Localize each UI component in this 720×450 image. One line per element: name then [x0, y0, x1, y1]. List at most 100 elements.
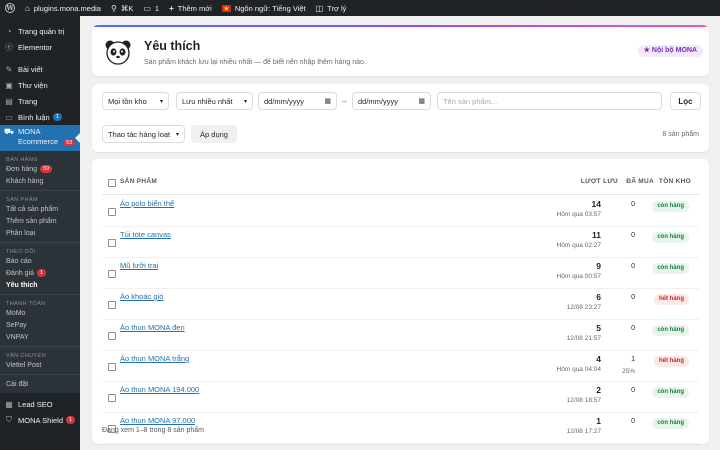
menu-elementor[interactable]: ⓔ Elementor	[0, 39, 80, 55]
bought-count: 0	[631, 201, 635, 208]
stock-filter-value: Mọi tồn kho	[108, 96, 147, 106]
table-row: Áo khoác gió 6 12/08 23:27 0 hết hàng	[102, 289, 699, 320]
product-link[interactable]: Áo khoác gió	[120, 292, 163, 301]
menu-lead-seo[interactable]: ▦ Lead SEO	[0, 396, 80, 412]
chart-icon: ▦	[5, 399, 13, 409]
row-checkbox[interactable]	[108, 270, 116, 278]
filter-button[interactable]: Lọc	[670, 92, 701, 110]
product-link[interactable]: Áo thun MONA 194.000	[120, 385, 199, 394]
new-content-menu[interactable]: + Thêm mới	[164, 0, 217, 16]
site-name: plugins.mona.media	[33, 3, 101, 13]
menu-media[interactable]: ▣ Thư viện	[0, 77, 80, 93]
sort-select[interactable]: Lưu nhiều nhất ▾	[176, 92, 253, 110]
bulk-action-select[interactable]: Thao tác hàng loạt ▾	[102, 125, 185, 143]
chevron-down-icon: ▾	[159, 98, 163, 105]
submenu-reviews-label: Đánh giá	[6, 269, 35, 277]
column-header-saves[interactable]: LƯỢT LƯU	[581, 178, 618, 185]
row-checkbox[interactable]	[108, 208, 116, 216]
menu-mona-ecommerce[interactable]: ⛟ MONA Ecommerce 53	[0, 125, 80, 151]
row-checkbox[interactable]	[108, 363, 116, 371]
gradient-accent	[92, 25, 709, 27]
elementor-icon: ⓔ	[5, 42, 13, 52]
submenu-sepay[interactable]: SePay	[0, 319, 80, 331]
last-saved-time: 12/08 17:27	[566, 428, 601, 435]
site-name-menu[interactable]: ⌂ plugins.mona.media	[20, 0, 106, 16]
divider	[0, 374, 80, 375]
dashboard-icon: ◔	[6, 26, 12, 36]
page-icon: ▤	[5, 96, 13, 106]
product-link[interactable]: Áo polo biển thể	[120, 199, 174, 208]
menu-comments-label: Bình luận	[18, 112, 50, 122]
page-header: Yêu thích Sản phẩm khách lưu lại nhiều n…	[92, 25, 709, 76]
stock-filter-select[interactable]: Mọi tồn kho ▾	[102, 92, 169, 110]
product-link[interactable]: Áo thun MONA 97.000	[120, 416, 195, 425]
menu-pages[interactable]: ▤ Trang	[0, 93, 80, 109]
bought-count: 1	[631, 356, 635, 363]
last-saved-time: Hôm qua 02:27	[556, 242, 601, 249]
product-link[interactable]: Mũ lưỡi trai	[120, 261, 158, 270]
submenu-momo[interactable]: MoMo	[0, 307, 80, 319]
menu-mona-shield[interactable]: ⛉ MONA Shield 1	[0, 412, 80, 428]
wp-logo-menu[interactable]: W	[0, 0, 20, 16]
date-to-input[interactable]: dd/mm/yyyy ▦	[352, 92, 431, 110]
group-shipping: VẬN CHUYỂN	[6, 353, 47, 359]
assistant-label: Trợ lý	[327, 3, 347, 13]
product-count: 8 sản phẩm	[662, 131, 699, 138]
group-payment: THANH TOÁN	[6, 301, 46, 307]
table-row: Túi tote canvas 11 Hôm qua 02:27 0 còn hàng	[102, 227, 699, 258]
language-label: Ngôn ngữ: Tiếng Việt	[234, 3, 306, 13]
date-to-value: dd/mm/yyyy	[358, 96, 399, 106]
date-from-input[interactable]: dd/mm/yyyy ▦	[258, 92, 337, 110]
group-sales: BÁN HÀNG	[6, 157, 38, 163]
divider	[0, 190, 80, 191]
assistant-menu[interactable]: ◫ Trợ lý	[311, 0, 352, 16]
select-all-checkbox[interactable]	[108, 179, 116, 187]
bulk-action-value: Thao tác hàng loạt	[108, 129, 171, 139]
submenu-reviews[interactable]: Đánh giá 1	[0, 267, 80, 279]
submenu-orders[interactable]: Đơn hàng 59	[0, 163, 80, 175]
row-checkbox[interactable]	[108, 394, 116, 402]
stock-status-badge: còn hàng	[652, 263, 689, 274]
product-link[interactable]: Áo thun MONA trắng	[120, 354, 189, 363]
divider	[0, 294, 80, 295]
submenu-reports[interactable]: Báo cáo	[0, 255, 80, 267]
menu-comments[interactable]: ▭ Bình luận 1	[0, 109, 80, 125]
submenu-favorites[interactable]: Yêu thích	[0, 279, 80, 291]
submenu-categories[interactable]: Phân loại	[0, 227, 80, 239]
stock-status-badge: hết hàng	[654, 356, 689, 367]
submenu-viettel-post[interactable]: Viettel Post	[0, 359, 80, 371]
menu-lead-seo-label: Lead SEO	[18, 399, 53, 409]
apply-button[interactable]: Áp dụng	[191, 125, 237, 143]
menu-dashboard[interactable]: ◔ Trang quản trị	[0, 23, 80, 39]
bought-count: 0	[631, 418, 635, 425]
row-checkbox[interactable]	[108, 332, 116, 340]
column-header-stock: TỒN KHO	[658, 178, 691, 185]
save-count: 2	[596, 385, 601, 395]
favorites-table: SẢN PHẨM LƯỢT LƯU ĐÃ MUA TỒN KHO Áo polo…	[92, 159, 709, 444]
submenu-customers[interactable]: Khách hàng	[0, 175, 80, 187]
product-search-input[interactable]: Tên sản phẩm...	[437, 92, 662, 110]
media-icon: ▣	[5, 80, 13, 90]
submenu-add-product[interactable]: Thêm sản phẩm	[0, 215, 80, 227]
main-content: Yêu thích Sản phẩm khách lưu lại nhiều n…	[80, 16, 720, 450]
stock-status-badge: còn hàng	[652, 201, 689, 212]
row-checkbox[interactable]	[108, 239, 116, 247]
product-link[interactable]: Áo thun MONA đen	[120, 323, 185, 332]
submenu-settings[interactable]: Cài đặt	[0, 378, 80, 390]
product-link[interactable]: Túi tote canvas	[120, 230, 171, 239]
language-menu[interactable]: ★ Ngôn ngữ: Tiếng Việt	[217, 0, 311, 16]
comment-icon: ▭	[5, 112, 13, 122]
row-checkbox[interactable]	[108, 301, 116, 309]
command-palette-button[interactable]: ⚲ ⌘K	[106, 0, 138, 16]
pagination-info: Đang xem 1–8 trong 8 sản phẩm	[102, 427, 204, 434]
last-saved-time: Hôm qua 03:57	[556, 211, 601, 218]
comments-menu[interactable]: ▭ 1	[138, 0, 164, 16]
menu-posts[interactable]: ✎ Bài viết	[0, 61, 80, 77]
menu-mona-label: MONA Ecommerce	[18, 127, 59, 146]
submenu-all-products[interactable]: Tất cả sản phẩm	[0, 203, 80, 215]
submenu-vnpay[interactable]: VNPAY	[0, 331, 80, 343]
mona-submenu: BÁN HÀNG Đơn hàng 59 Khách hàng SẢN PHẨM…	[0, 151, 80, 393]
calendar-icon: ▦	[324, 98, 331, 105]
group-products: SẢN PHẨM	[6, 197, 38, 203]
reviews-badge: 1	[37, 269, 47, 277]
